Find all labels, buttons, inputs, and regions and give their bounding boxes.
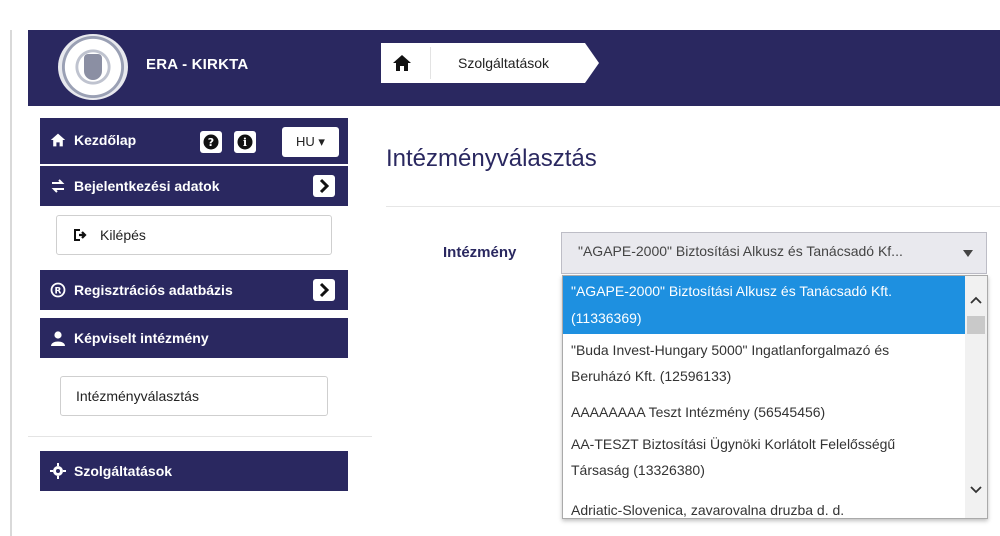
exchange-icon [50, 178, 66, 194]
list-item[interactable]: "AGAPE-2000" Biztosítási Alkusz és Tanác… [563, 276, 965, 334]
svg-text:i: i [243, 136, 247, 149]
caret-down-icon[interactable] [963, 250, 973, 257]
logo-shield [84, 54, 102, 80]
breadcrumb-current[interactable]: Szolgáltatások [458, 55, 549, 71]
title-divider [386, 206, 1000, 207]
sign-out-icon [72, 227, 88, 243]
option-text: Társaság (13326380) [571, 462, 705, 478]
logout-button[interactable] [56, 215, 332, 255]
info-circle-icon[interactable]: i [234, 131, 256, 153]
svg-text:?: ? [208, 136, 214, 149]
option-text: AA-TESZT Biztosítási Ügynöki Korlátolt F… [571, 436, 896, 452]
home-icon[interactable] [392, 53, 412, 73]
list-item[interactable]: "Buda Invest-Hungary 5000" Ingatlanforga… [563, 338, 965, 394]
cog-icon [50, 463, 66, 479]
list-item[interactable]: Adriatic-Slovenica, zavarovalna druzba d… [563, 494, 965, 518]
sidebar-item-label: Bejelentkezési adatok [74, 178, 220, 194]
breadcrumb-arrow [585, 43, 599, 83]
sidebar-item-label: Szolgáltatások [74, 463, 173, 479]
option-text: (11336369) [571, 310, 642, 326]
user-icon [50, 330, 66, 346]
option-text: Beruházó Kft. (12596133) [571, 368, 732, 384]
sidebar-item-label: Regisztrációs adatbázis [74, 282, 233, 298]
window-edge [10, 30, 12, 536]
logout-label: Kilépés [100, 227, 146, 243]
institution-field-label: Intézmény [443, 244, 517, 261]
option-text: AAAAAAAA Teszt Intézmény (56545456) [571, 404, 826, 420]
language-dropdown[interactable]: HU ▾ [282, 127, 339, 157]
chevron-right-icon[interactable] [313, 175, 335, 197]
scrollbar-thumb[interactable] [967, 316, 985, 334]
option-text: "Buda Invest-Hungary 5000" Ingatlanforga… [571, 342, 890, 358]
app-title[interactable]: ERA - KIRKTA [146, 56, 248, 73]
sidebar-item-label: Képviselt intézmény [74, 330, 209, 346]
option-text: "AGAPE-2000" Biztosítási Alkusz és Tanác… [571, 283, 892, 299]
list-item[interactable]: AAAAAAAA Teszt Intézmény (56545456) [563, 398, 965, 426]
chevron-up-icon[interactable] [969, 292, 983, 304]
chevron-down-icon[interactable] [969, 482, 983, 494]
registered-icon: R [50, 282, 66, 298]
institution-select-label: Intézményválasztás [76, 388, 199, 404]
list-item[interactable]: AA-TESZT Biztosítási Ügynöki Korlátolt F… [563, 432, 965, 488]
institution-dropdown-list: "AGAPE-2000" Biztosítási Alkusz és Tanác… [562, 275, 988, 519]
chevron-right-icon[interactable] [313, 279, 335, 301]
sidebar-divider [28, 436, 372, 437]
svg-text:R: R [55, 287, 62, 297]
breadcrumb-divider [430, 47, 431, 79]
home-icon [50, 132, 66, 148]
option-text: Adriatic-Slovenica, zavarovalna druzba d… [571, 502, 845, 518]
question-circle-icon[interactable]: ? [200, 131, 222, 153]
page-title: Intézményválasztás [386, 145, 597, 172]
sidebar-item-label: Kezdőlap [74, 132, 137, 148]
institution-select-value: "AGAPE-2000" Biztosítási Alkusz és Tanác… [578, 243, 903, 259]
